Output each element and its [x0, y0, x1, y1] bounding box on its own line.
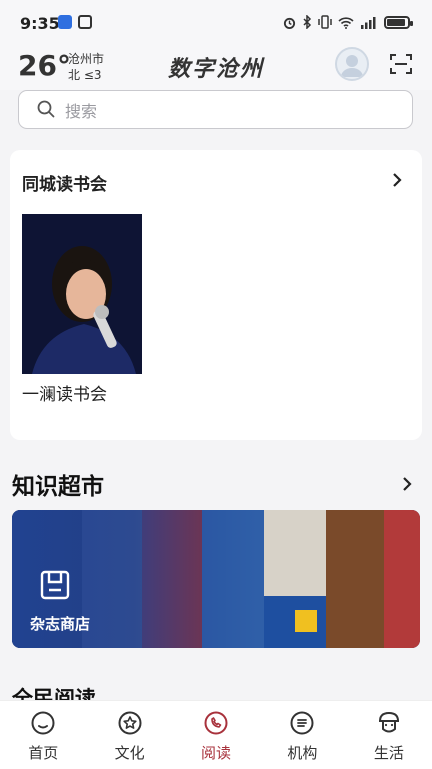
tab-home-label: 首页	[28, 744, 59, 762]
life-icon	[378, 712, 399, 733]
tab-institution-label: 机构	[287, 744, 318, 762]
tab-life-label: 生活	[373, 744, 404, 762]
culture-icon	[118, 711, 142, 735]
signal-icon	[361, 16, 376, 29]
bluetooth-icon	[303, 15, 312, 29]
alarm-icon	[283, 17, 296, 29]
magazine-store-banner[interactable]: 杂志商店	[12, 510, 420, 648]
status-time: 9:35	[20, 14, 60, 33]
magazine-store-icon	[40, 570, 70, 600]
tab-institution[interactable]: 机构	[259, 701, 345, 769]
search-icon	[37, 100, 55, 118]
scan-icon[interactable]	[390, 53, 412, 75]
app-notification-icon	[58, 15, 72, 29]
search-bar[interactable]	[18, 90, 413, 129]
tab-culture-label: 文化	[114, 744, 145, 762]
reading-club-title: 同城读书会	[22, 175, 107, 195]
search-input[interactable]	[63, 97, 397, 125]
reading-club-item[interactable]: 一澜读书会	[22, 214, 143, 405]
knowledge-market-title: 知识超市	[12, 474, 104, 500]
institution-icon	[290, 711, 314, 735]
tab-life[interactable]: 生活	[346, 701, 432, 769]
nfc-icon	[78, 15, 92, 29]
user-avatar[interactable]	[335, 47, 369, 81]
wifi-icon	[338, 16, 354, 29]
tab-culture[interactable]: 文化	[86, 701, 172, 769]
reading-club-section: 同城读书会 一澜读书会	[10, 150, 422, 440]
reading-club-item-label: 一澜读书会	[22, 385, 107, 405]
avatar-icon	[341, 55, 363, 77]
magazine-store-label: 杂志商店	[30, 615, 91, 633]
bottom-tab-bar: 首页 文化 阅读 机构 生活	[0, 700, 432, 769]
tab-home[interactable]: 首页	[0, 701, 86, 769]
status-left-icons	[58, 15, 92, 29]
knowledge-market-more-chevron-icon[interactable]	[400, 477, 414, 491]
reading-club-more-chevron-icon[interactable]	[390, 173, 404, 187]
vibrate-icon	[318, 15, 332, 29]
reading-club-cover-image	[22, 214, 142, 374]
battery-icon	[384, 15, 413, 29]
app-header: 26° 沧州市 北 ≤3 数字沧州	[0, 44, 432, 90]
tab-reading[interactable]: 阅读	[173, 701, 259, 769]
tab-reading-label: 阅读	[201, 744, 232, 762]
home-icon	[31, 711, 55, 735]
reading-icon	[204, 711, 228, 735]
status-bar: 9:35	[0, 0, 432, 44]
status-right-icons	[283, 15, 413, 29]
